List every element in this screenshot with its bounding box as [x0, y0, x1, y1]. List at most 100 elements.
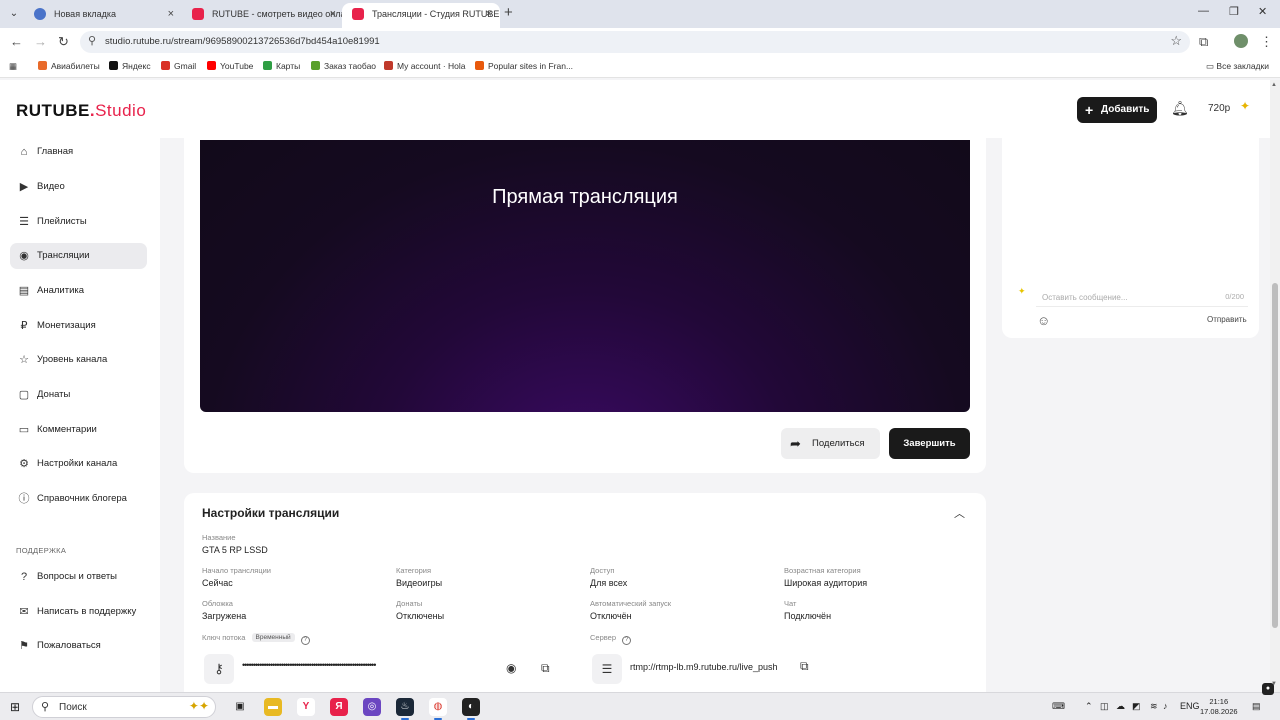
copy-server-icon[interactable]: ⧉	[800, 659, 809, 674]
browser-tab-studio[interactable]: Трансляции - Студия RUTUBE ×	[342, 3, 500, 28]
tab-search-chevron-icon[interactable]: ⌄	[6, 6, 22, 22]
system-clock[interactable]: 21:16 17.08.2026	[1200, 697, 1238, 717]
sidebar-item-channel-level[interactable]: ☆ Уровень канала	[10, 347, 147, 373]
bookmark-item[interactable]: Яндекс	[109, 61, 151, 71]
volume-icon[interactable]: ♪	[1163, 701, 1168, 711]
add-button[interactable]: + Добавить	[1077, 97, 1157, 123]
scroll-up-icon[interactable]: ▲	[1271, 82, 1277, 88]
minimize-icon[interactable]: —	[1198, 5, 1209, 17]
sidebar-item-report[interactable]: ⚑ Пожаловаться	[10, 633, 147, 659]
tab-close-icon[interactable]: ×	[168, 3, 174, 25]
bookmark-item[interactable]: Заказ таобао	[311, 61, 376, 71]
chat-message-input[interactable]	[1036, 289, 1206, 306]
bookmark-item[interactable]: My account · Hola	[384, 61, 466, 71]
rutube-studio-logo[interactable]: RUTUBE.Studio	[16, 101, 146, 121]
bookmark-star-icon[interactable]: ☆	[1170, 33, 1182, 49]
profile-avatar[interactable]	[1234, 34, 1248, 48]
field-value: Подключён	[784, 611, 832, 621]
sidebar-item-monetization[interactable]: ₽ Монетизация	[10, 313, 147, 339]
task-view-icon[interactable]: ▣	[231, 698, 249, 716]
notification-center-icon[interactable]: ▤	[1252, 701, 1261, 712]
all-bookmarks[interactable]: ▭ Все закладки	[1206, 61, 1269, 72]
bookmark-item[interactable]: Карты	[263, 61, 300, 71]
apps-grid-icon[interactable]: ▦	[9, 61, 17, 72]
bookmark-item[interactable]: Popular sites in Fran...	[475, 61, 573, 71]
browser-tab-new[interactable]: Новая вкладка ×	[24, 3, 182, 28]
sidebar-item-playlists[interactable]: ☰ Плейлисты	[10, 209, 147, 235]
sidebar-item-blogger-guide[interactable]: ⓘ Справочник блогера	[10, 486, 147, 512]
bookmark-item[interactable]: YouTube	[207, 61, 253, 71]
help-icon[interactable]: ?	[300, 636, 310, 645]
bookmark-item[interactable]: Gmail	[161, 61, 196, 71]
language-indicator[interactable]: ENG	[1180, 701, 1200, 711]
share-button[interactable]: ➦ Поделиться	[781, 428, 880, 459]
reload-icon[interactable]: ↻	[58, 34, 69, 50]
field-label: Чат	[784, 599, 797, 608]
chevron-up-icon[interactable]: ︿	[954, 505, 965, 521]
tab-close-icon[interactable]: ×	[486, 3, 492, 25]
address-bar[interactable]: ⚲ studio.rutube.ru/stream/96958900213726…	[80, 31, 1190, 53]
copy-key-icon[interactable]: ⧉	[541, 661, 550, 676]
emoji-icon[interactable]: ☺	[1037, 313, 1050, 328]
sidebar-item-home[interactable]: ⌂ Главная	[10, 139, 147, 165]
extensions-icon[interactable]: ⧉	[1199, 34, 1208, 50]
folder-icon: ▭	[1206, 61, 1217, 71]
tray-chevron-up-icon[interactable]: ⌃	[1085, 701, 1093, 712]
keyboard-icon[interactable]: ⌨	[1052, 701, 1065, 712]
yandex-app-icon[interactable]: Я	[330, 698, 348, 716]
sidebar-item-donations[interactable]: ▢ Донаты	[10, 382, 147, 408]
bookmark-item[interactable]: Авиабилеты	[38, 61, 100, 71]
stream-settings-card: Настройки трансляции ︿ Название GTA 5 RP…	[184, 493, 986, 693]
help-icon[interactable]: ?	[622, 636, 632, 645]
windows-start-icon[interactable]: ⊞	[10, 700, 20, 714]
chrome-icon[interactable]: ◍	[429, 698, 447, 720]
messenger-app-icon[interactable]: ◎	[363, 698, 381, 716]
server-url[interactable]: rtmp://rtmp-lb.m9.rutube.ru/live_push	[630, 662, 778, 672]
sidebar-item-video[interactable]: ▶ Видео	[10, 174, 147, 200]
field-cover: Обложка Загружена	[202, 599, 246, 621]
notifications-bell-icon[interactable]: 🔔︎	[1171, 100, 1189, 117]
yandex-browser-icon[interactable]: Y	[297, 698, 315, 716]
sparkle-icon[interactable]: ✦	[1240, 99, 1250, 113]
sidebar-item-broadcasts[interactable]: ◉ Трансляции	[10, 243, 147, 269]
close-window-icon[interactable]: ✕	[1258, 5, 1267, 18]
stream-key-header: Ключ потока Временный ?	[202, 633, 310, 645]
taskbar-search[interactable]: ⚲ Поиск ✦✦	[32, 696, 216, 718]
steam-icon[interactable]: ♨	[396, 698, 414, 720]
video-player[interactable]: Прямая трансляция	[200, 140, 970, 412]
tray-app-icon[interactable]: ◫	[1100, 701, 1109, 712]
temporary-badge: Временный	[251, 633, 295, 642]
tab-close-icon[interactable]: ×	[330, 3, 336, 25]
file-explorer-icon[interactable]: ▬	[264, 698, 282, 716]
obs-icon[interactable]: ◐	[462, 698, 480, 720]
wifi-icon[interactable]: ≋	[1150, 701, 1158, 712]
chat-panel: ✦ 0/200 ☺ Отправить	[1002, 138, 1259, 338]
address-url[interactable]: studio.rutube.ru/stream/9695890021372653…	[105, 36, 380, 47]
stream-key-masked[interactable]: ••••••••••••••••••••••••••••••••••••••••…	[242, 660, 492, 670]
sidebar-item-contact-support[interactable]: ✉ Написать в поддержку	[10, 599, 147, 625]
send-button[interactable]: Отправить	[1207, 315, 1247, 324]
forward-icon[interactable]: →	[34, 34, 47, 49]
tray-app-icon[interactable]: ◩	[1132, 701, 1141, 712]
bookmark-favicon-icon	[161, 61, 170, 70]
quality-indicator[interactable]: 720p	[1208, 103, 1230, 114]
cloud-icon[interactable]: ☁	[1116, 701, 1125, 712]
sidebar-item-comments[interactable]: ▭ Комментарии	[10, 417, 147, 443]
end-stream-button[interactable]: Завершить	[889, 428, 970, 459]
sidebar-item-faq[interactable]: ? Вопросы и ответы	[10, 564, 147, 590]
browser-menu-icon[interactable]: ⋮	[1260, 34, 1273, 50]
page-scrollbar-thumb[interactable]	[1272, 283, 1278, 628]
key-icon: ⚷	[204, 654, 234, 684]
comments-icon: ▭	[18, 424, 30, 436]
back-icon[interactable]: ←	[10, 34, 23, 49]
sidebar-item-analytics[interactable]: ▤ Аналитика	[10, 278, 147, 304]
sidebar-item-channel-settings[interactable]: ⚙ Настройки канала	[10, 451, 147, 477]
eye-icon[interactable]: ◉	[506, 661, 516, 675]
browser-tab-rutube[interactable]: RUTUBE - смотреть видео онлайн ×	[182, 3, 344, 28]
field-category: Категория Видеоигры	[396, 566, 442, 588]
site-settings-icon[interactable]: ⚲	[88, 34, 96, 47]
field-autostart: Автоматический запуск Отключён	[590, 599, 671, 621]
microphone-icon[interactable]: ●	[1262, 683, 1274, 695]
restore-icon[interactable]: ❐	[1229, 5, 1239, 18]
new-tab-button[interactable]: +	[504, 4, 513, 21]
